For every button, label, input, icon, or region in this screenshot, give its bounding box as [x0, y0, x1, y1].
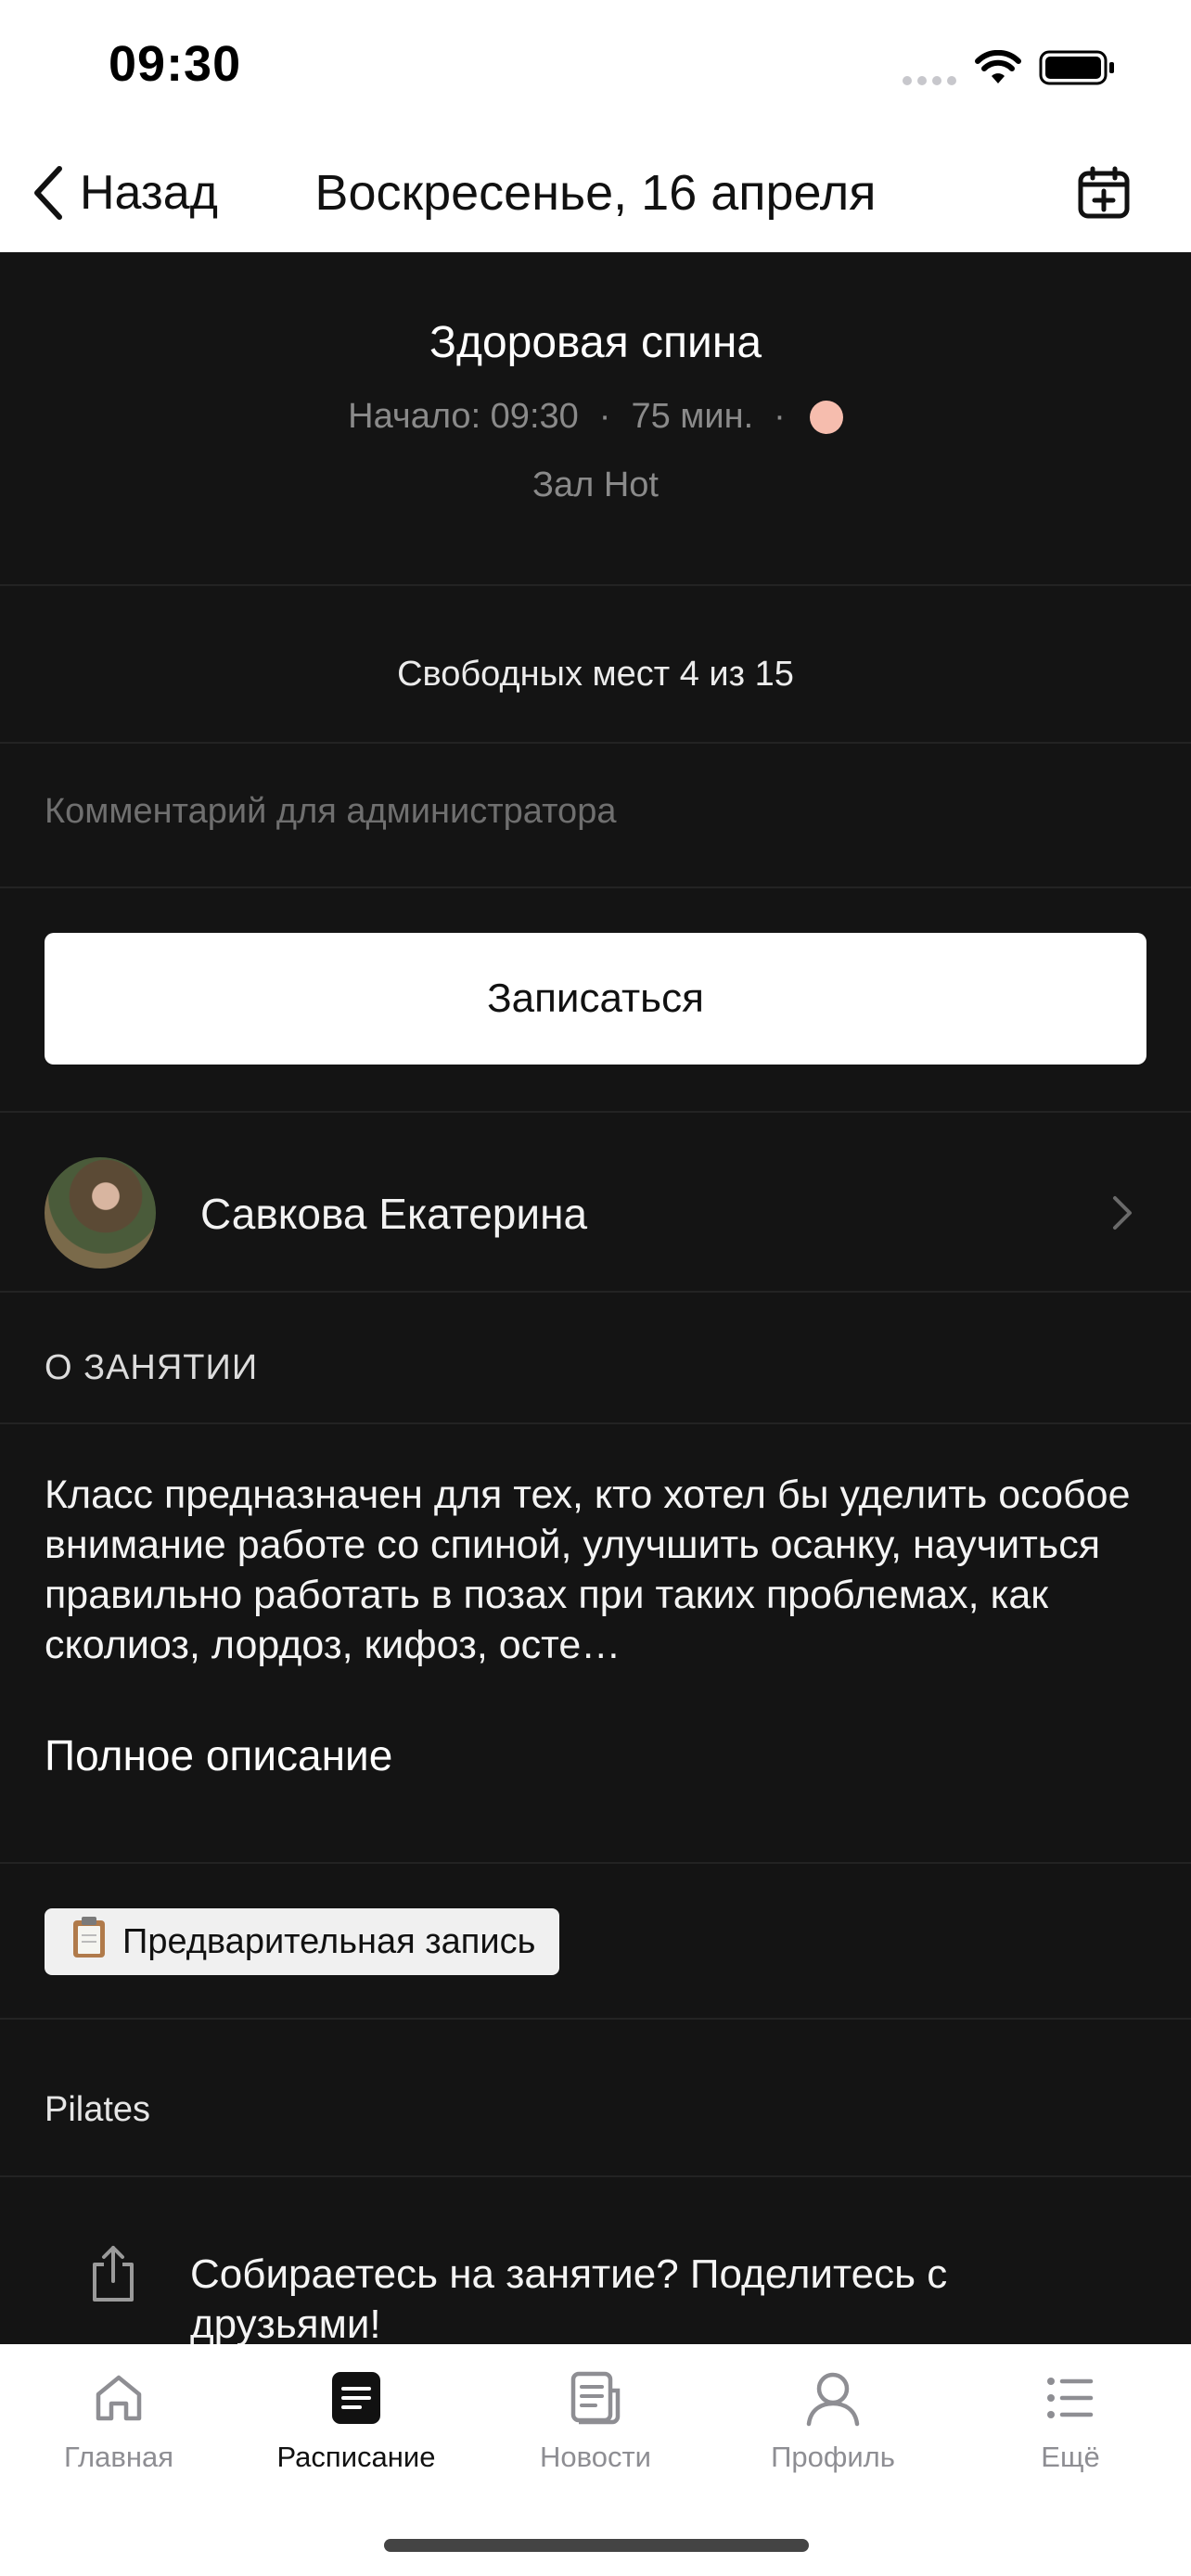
- class-duration: 75 мин.: [631, 397, 754, 436]
- divider: [0, 2018, 1191, 2020]
- class-title: Здоровая спина: [429, 318, 762, 367]
- divider: [0, 886, 1191, 888]
- share-icon[interactable]: [87, 2244, 139, 2308]
- chevron-left-icon: [34, 166, 62, 220]
- home-indicator[interactable]: [384, 2539, 809, 2552]
- tab-label: Новости: [539, 2441, 651, 2473]
- tab-label: Главная: [64, 2441, 173, 2473]
- battery-icon: [1039, 50, 1117, 90]
- profile-icon: [803, 2365, 863, 2431]
- schedule-icon: [330, 2365, 382, 2431]
- divider: [0, 584, 1191, 586]
- more-icon: [1046, 2365, 1095, 2431]
- tab-home[interactable]: Главная: [0, 2344, 237, 2493]
- wifi-icon: [974, 49, 1022, 90]
- tab-label: Расписание: [276, 2441, 436, 2473]
- add-to-calendar-button[interactable]: [1067, 156, 1141, 230]
- news-icon: [568, 2365, 623, 2431]
- tab-label: Ещё: [1041, 2441, 1100, 2473]
- tab-profile[interactable]: Профиль: [714, 2344, 952, 2493]
- divider: [0, 1422, 1191, 1424]
- calendar-add-icon: [1078, 166, 1130, 219]
- tab-label: Профиль: [771, 2441, 895, 2473]
- admin-comment-input[interactable]: [45, 792, 1146, 832]
- section-heading-about: О ЗАНЯТИИ: [45, 1348, 259, 1387]
- separator-dot: ·: [774, 397, 786, 436]
- divider: [0, 1862, 1191, 1864]
- signal-icon: [902, 74, 957, 91]
- class-meta: Начало: 09:30 · 75 мин. ·: [0, 397, 1191, 437]
- class-hall: Зал Hot: [532, 465, 659, 504]
- tab-more[interactable]: Ещё: [952, 2344, 1189, 2493]
- trainer-avatar: [45, 1157, 156, 1269]
- pre-registration-badge: Предварительная запись: [45, 1908, 560, 1975]
- separator-dot: ·: [598, 397, 611, 436]
- divider: [0, 742, 1191, 744]
- class-tag: Pilates: [45, 2090, 151, 2129]
- badge-label: Предварительная запись: [122, 1921, 536, 1961]
- full-description-link[interactable]: Полное описание: [45, 1730, 392, 1780]
- back-button[interactable]: Назад: [30, 156, 218, 230]
- share-prompt[interactable]: Собираетесь на занятие? Поделитесь с дру…: [190, 2250, 1099, 2350]
- class-start: Начало: 09:30: [348, 397, 579, 436]
- trainer-row[interactable]: [0, 1113, 1191, 1289]
- divider: [0, 1291, 1191, 1293]
- tab-schedule[interactable]: Расписание: [237, 2344, 475, 2493]
- status-time: 09:30: [109, 36, 242, 92]
- divider: [0, 2175, 1191, 2177]
- signup-button[interactable]: Записаться: [45, 933, 1146, 1065]
- class-description: Класс предназначен для тех, кто хотел бы…: [45, 1473, 1131, 1667]
- chevron-right-icon: [1109, 1194, 1135, 1236]
- clipboard-icon: [70, 1915, 108, 1969]
- tab-news[interactable]: Новости: [477, 2344, 714, 2493]
- free-seats: Свободных мест 4 из 15: [397, 655, 794, 694]
- class-color-indicator: [809, 400, 843, 434]
- trainer-name: Савкова Екатерина: [200, 1190, 588, 1238]
- back-label: Назад: [80, 166, 218, 220]
- home-icon: [91, 2365, 147, 2431]
